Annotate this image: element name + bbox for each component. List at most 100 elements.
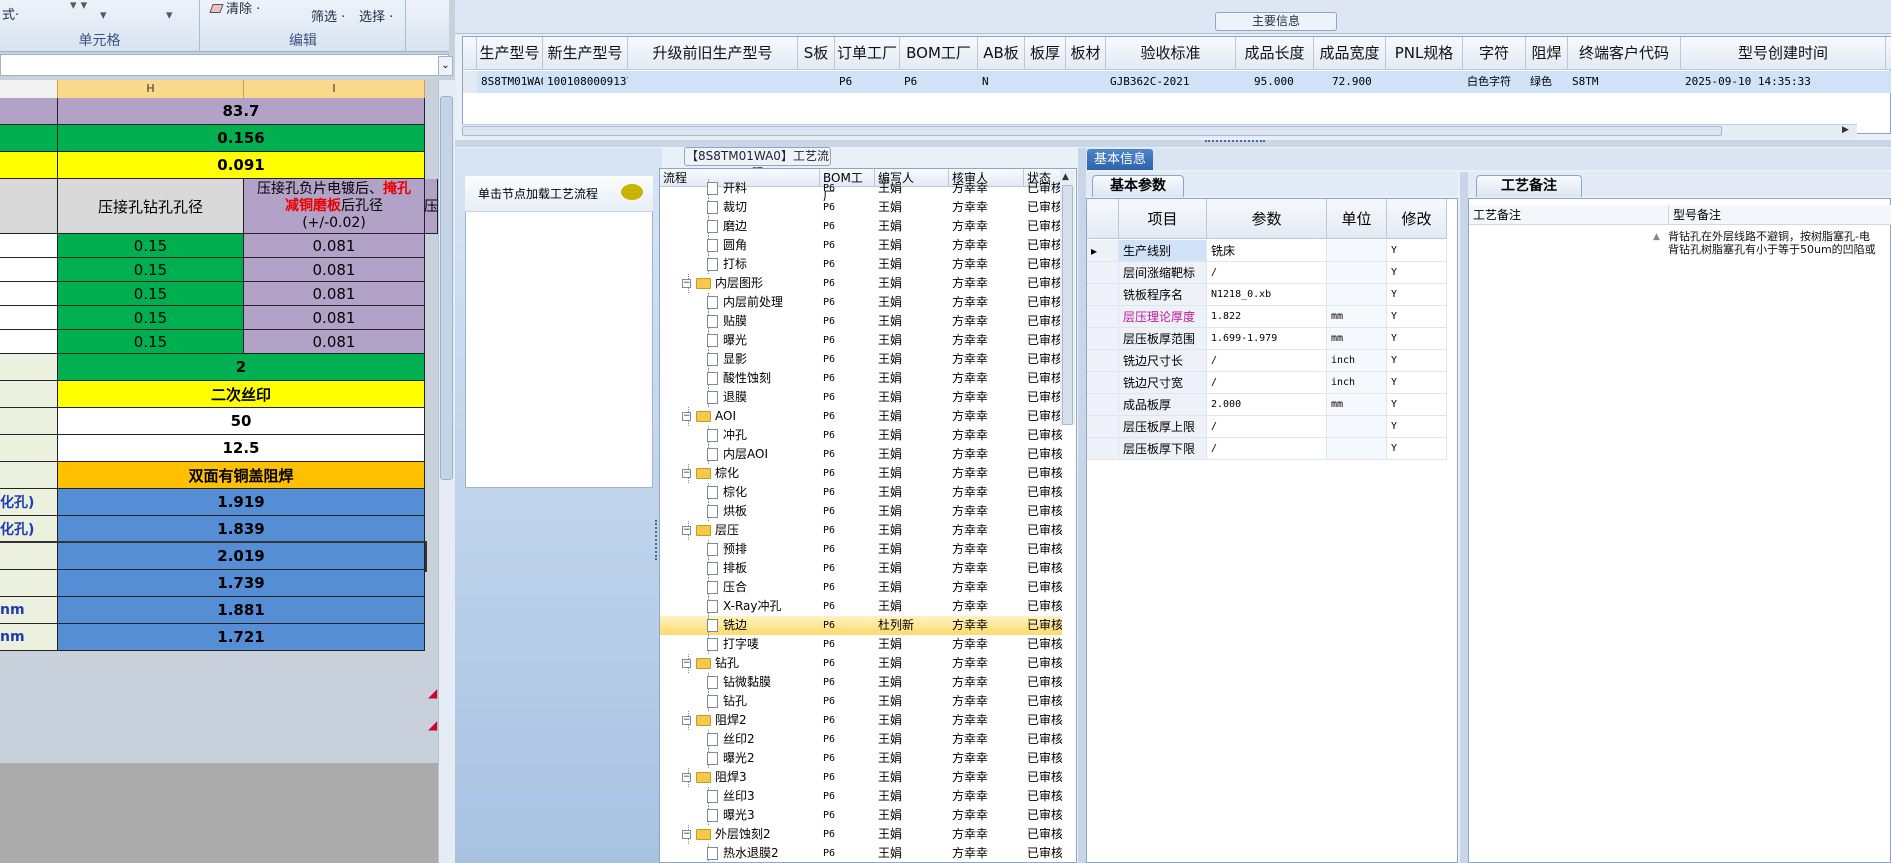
main-cell[interactable]: 72.900	[1314, 71, 1386, 93]
row-selector[interactable]	[1087, 328, 1119, 350]
tree-step-node[interactable]: 显影 P6 王娟 方幸幸 已审核	[660, 350, 1062, 369]
cell-h[interactable]: 0.15	[58, 258, 244, 282]
main-col-header[interactable]: 验收标准	[1106, 37, 1236, 70]
model-remark-text[interactable]: 背钻孔在外层线路不避铜，按树脂塞孔-电 背钻孔树脂塞孔有小于等于50um的凹陷或	[1668, 230, 1891, 256]
cell-h[interactable]: 0.15	[58, 282, 244, 306]
param-row[interactable]: ▸ 生产线别 铣床 Y	[1087, 240, 1457, 262]
main-cell[interactable]: S8TM	[1568, 71, 1681, 93]
cell-g[interactable]	[0, 354, 58, 381]
cell-g[interactable]	[0, 462, 58, 489]
row-selector[interactable]	[1087, 372, 1119, 394]
ribbon-dropdown[interactable]: ▾ ▾	[70, 0, 87, 13]
main-cell[interactable]: 95.000	[1236, 71, 1314, 93]
row-selector[interactable]	[1087, 306, 1119, 328]
tree-group-node[interactable]: − 层压 P6 王娟 方幸幸 已审核	[660, 521, 1062, 540]
param-row[interactable]: 层压理论厚度 1.822 mm Y	[1087, 306, 1457, 328]
param-value[interactable]: N1218_0.xb	[1207, 284, 1327, 306]
main-cell[interactable]: 8S8TM01WA0	[477, 71, 543, 93]
tab-basic-params[interactable]: 基本参数	[1092, 175, 1184, 197]
cell-i[interactable]: 0.081	[244, 306, 425, 330]
param-row[interactable]: 铣边尺寸长 / inch Y	[1087, 350, 1457, 372]
param-value[interactable]: 2.000	[1207, 394, 1327, 416]
params-col-header[interactable]: 项目	[1119, 199, 1207, 239]
cell-merged-value[interactable]: 1.881	[58, 597, 425, 624]
main-cell[interactable]	[1386, 71, 1463, 93]
main-cell[interactable]	[798, 71, 835, 93]
horizontal-splitter[interactable]	[455, 140, 1891, 147]
main-cell[interactable]: 白色字符	[1463, 71, 1526, 93]
tree-step-node[interactable]: 裁切 P6 王娟 方幸幸 已审核	[660, 198, 1062, 217]
params-col-header[interactable]: 参数	[1207, 199, 1327, 239]
tree-step-node[interactable]: 排板 P6 王娟 方幸幸 已审核	[660, 559, 1062, 578]
param-value[interactable]: /	[1207, 416, 1327, 438]
tree-group-node[interactable]: − 钻孔 P6 王娟 方幸幸 已审核	[660, 654, 1062, 673]
collapse-icon[interactable]: −	[682, 659, 691, 668]
param-row[interactable]: 成品板厚 2.000 mm Y	[1087, 394, 1457, 416]
cell-g[interactable]	[0, 435, 58, 462]
cell-g[interactable]	[0, 543, 58, 570]
cell-g[interactable]	[0, 152, 58, 179]
main-col-header[interactable]: 升级前旧生产型号	[628, 37, 798, 70]
param-value[interactable]: 1.822	[1207, 306, 1327, 328]
tree-step-node[interactable]: 烘板 P6 王娟 方幸幸 已审核	[660, 502, 1062, 521]
cell-i[interactable]: 0.081	[244, 330, 425, 354]
cell-merged-value[interactable]: 1.919	[58, 489, 425, 516]
main-col-header[interactable]: 合	[1886, 37, 1891, 70]
collapse-icon[interactable]: −	[682, 412, 691, 421]
load-flow-title-bar[interactable]: 单击节点加载工艺流程	[465, 176, 653, 212]
tree-group-node[interactable]: − 阻焊3 P6 王娟 方幸幸 已审核	[660, 768, 1062, 787]
tree-group-node[interactable]: − 内层图形 P6 王娟 方幸幸 已审核	[660, 274, 1062, 293]
row-selector[interactable]	[1087, 284, 1119, 306]
tree-step-node[interactable]: 退膜 P6 王娟 方幸幸 已审核	[660, 388, 1062, 407]
cell-g[interactable]	[0, 408, 58, 435]
main-col-header[interactable]: 字符	[1463, 37, 1526, 70]
current-row-icon[interactable]: ▸	[1087, 240, 1119, 262]
param-row[interactable]: 层间涨缩靶标 / Y	[1087, 262, 1457, 284]
row-selector[interactable]	[1087, 262, 1119, 284]
ribbon-dropdown[interactable]: ▾	[100, 8, 107, 23]
param-value[interactable]: /	[1207, 262, 1327, 284]
cell-merged-value[interactable]: 0.091	[58, 152, 425, 179]
row-selector[interactable]	[1087, 350, 1119, 372]
param-row[interactable]: 层压板厚范围 1.699-1.979 mm Y	[1087, 328, 1457, 350]
main-cell[interactable]: N	[978, 71, 1025, 93]
collapse-icon[interactable]: −	[682, 469, 691, 478]
cell-g[interactable]	[0, 282, 58, 306]
collapse-icon[interactable]: −	[682, 773, 691, 782]
tree-step-node[interactable]: 曝光 P6 王娟 方幸幸 已审核	[660, 331, 1062, 350]
cell-merged-value[interactable]: 0.156	[58, 125, 425, 152]
cell-i[interactable]: 0.081	[244, 234, 425, 258]
param-row[interactable]: 铣边尺寸宽 / inch Y	[1087, 372, 1457, 394]
tree-step-node[interactable]: 钻孔 P6 王娟 方幸幸 已审核	[660, 692, 1062, 711]
tree-step-node[interactable]: X-Ray冲孔 P6 王娟 方幸幸 已审核	[660, 597, 1062, 616]
panel-grip-icon[interactable]	[655, 520, 658, 560]
main-scroll-thumb[interactable]	[462, 126, 1722, 136]
cell-h[interactable]: 0.15	[58, 234, 244, 258]
cell-g[interactable]: nm	[0, 597, 58, 624]
tree-group-node[interactable]: − 阻焊2 P6 王娟 方幸幸 已审核	[660, 711, 1062, 730]
tree-step-node[interactable]: 丝印2 P6 王娟 方幸幸 已审核	[660, 730, 1062, 749]
tree-step-node[interactable]: 压合 P6 王娟 方幸幸 已审核	[660, 578, 1062, 597]
main-col-header[interactable]: 订单工厂	[835, 37, 900, 70]
tree-step-node[interactable]: 曝光2 P6 王娟 方幸幸 已审核	[660, 749, 1062, 768]
cell-merged-value[interactable]: 双面有铜盖阻焊	[58, 462, 425, 489]
tree-step-node[interactable]: 丝印3 P6 王娟 方幸幸 已审核	[660, 787, 1062, 806]
param-value[interactable]: 1.699-1.979	[1207, 328, 1327, 350]
main-cell[interactable]: P6	[835, 71, 900, 93]
cell-i[interactable]: 0.081	[244, 258, 425, 282]
main-col-header[interactable]: 板材	[1066, 37, 1106, 70]
param-row[interactable]: 层压板厚上限 / Y	[1087, 416, 1457, 438]
params-col-header[interactable]: 单位	[1327, 199, 1387, 239]
main-cell[interactable]: 2025-09-10 14:35:33	[1681, 71, 1886, 93]
main-cell[interactable]	[1886, 71, 1891, 93]
main-cell[interactable]: GJB362C-2021	[1106, 71, 1236, 93]
column-header-h[interactable]: H	[58, 80, 244, 98]
scroll-up-icon[interactable]: ▲	[1653, 232, 1660, 242]
cell-g[interactable]: 化孔)	[0, 489, 58, 516]
cell-h[interactable]: 0.15	[58, 306, 244, 330]
row-selector[interactable]	[1087, 438, 1119, 460]
cell-merged-value[interactable]: 2.019	[58, 543, 425, 570]
main-col-header[interactable]: S板	[798, 37, 835, 70]
cell-g[interactable]	[0, 330, 58, 354]
tree-step-node[interactable]: 打标 P6 王娟 方幸幸 已审核	[660, 255, 1062, 274]
